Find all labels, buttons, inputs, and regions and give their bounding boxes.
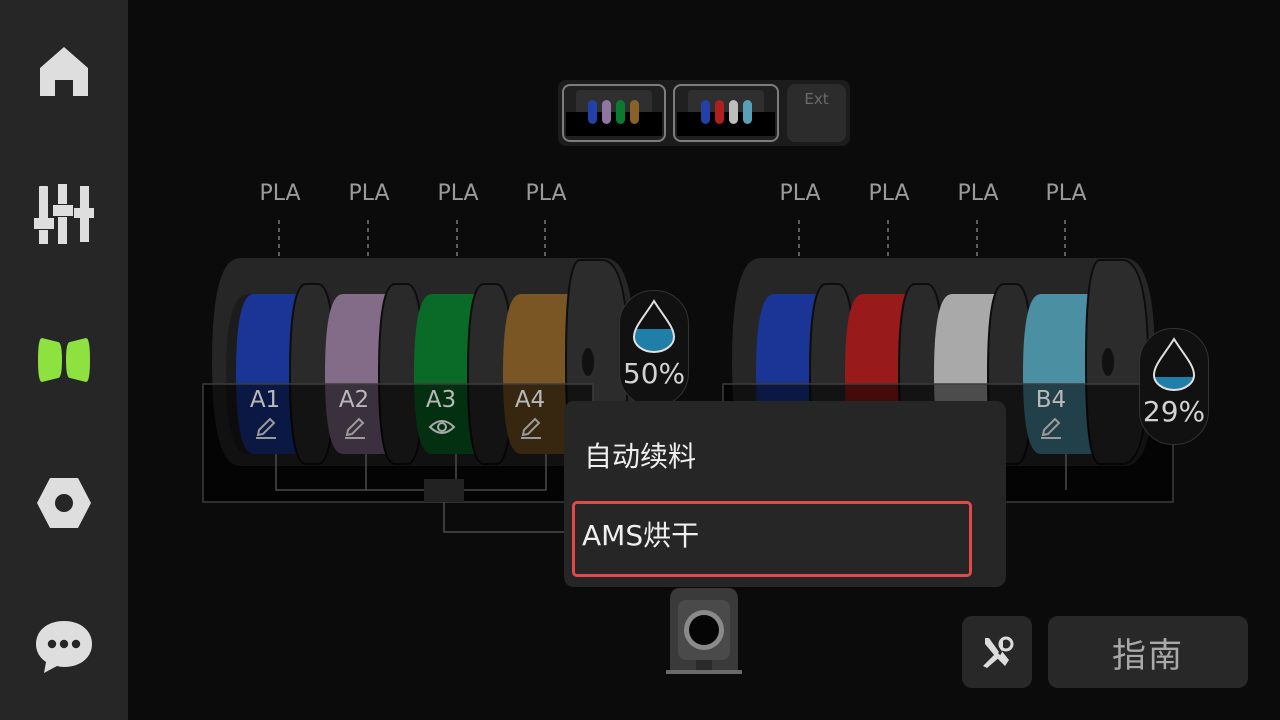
edit-icon[interactable] [253,415,279,441]
nav-messages[interactable] [0,597,128,697]
home-icon [40,47,88,96]
material-label-b4: PLA [1045,181,1087,206]
material-label-b1: PLA [779,181,821,206]
slot-label-b4: B4 [1035,387,1067,413]
humidity-indicator-a[interactable]: 50% [619,290,689,407]
edit-icon[interactable] [1038,415,1064,441]
chat-icon [36,621,92,673]
filament-icon [38,338,90,382]
ams-b-thumbnail [677,90,775,136]
sliders-icon [34,184,94,244]
humidity-drop-icon [632,299,676,353]
nav-settings[interactable] [0,453,128,553]
tab-ams-b[interactable] [673,84,779,142]
menu-item-ams-drying[interactable]: AMS烘干 [582,514,699,554]
menu-item-auto-refill[interactable]: 自动续料 [584,435,696,475]
slot-label-a1: A1 [249,387,281,413]
material-label-a3: PLA [437,181,479,206]
nav-controls[interactable] [0,165,128,265]
edit-icon[interactable] [342,415,368,441]
ams-unit-tabs: Ext [558,80,850,146]
popup-menu: 自动续料 AMS烘干 [564,401,1006,587]
slot-label-a3: A3 [425,387,457,413]
nut-icon [37,478,91,528]
nav-home[interactable] [0,22,128,122]
ams-a-thumbnail [566,90,662,136]
slot-label-a2: A2 [338,387,370,413]
nav-filament[interactable] [0,310,128,410]
slot-label-a4: A4 [514,387,546,413]
sidebar [0,0,128,720]
material-label-b2: PLA [868,181,910,206]
tools-button[interactable] [962,616,1032,688]
humidity-value-a: 50% [622,357,686,390]
guide-button[interactable]: 指南 [1048,616,1248,688]
material-label-a1: PLA [259,181,301,206]
eye-icon[interactable] [428,415,456,439]
humidity-drop-icon [1152,337,1196,391]
edit-icon[interactable] [518,415,544,441]
tab-ext[interactable]: Ext [787,84,846,142]
tab-ext-label: Ext [804,90,829,108]
material-label-a2: PLA [348,181,390,206]
material-label-b3: PLA [957,181,999,206]
humidity-value-b: 29% [1142,395,1206,428]
tools-icon [983,636,1014,668]
extruder-icon [666,588,742,674]
material-label-a4: PLA [525,181,567,206]
humidity-indicator-b[interactable]: 29% [1139,328,1209,445]
tab-ams-a[interactable] [562,84,666,142]
